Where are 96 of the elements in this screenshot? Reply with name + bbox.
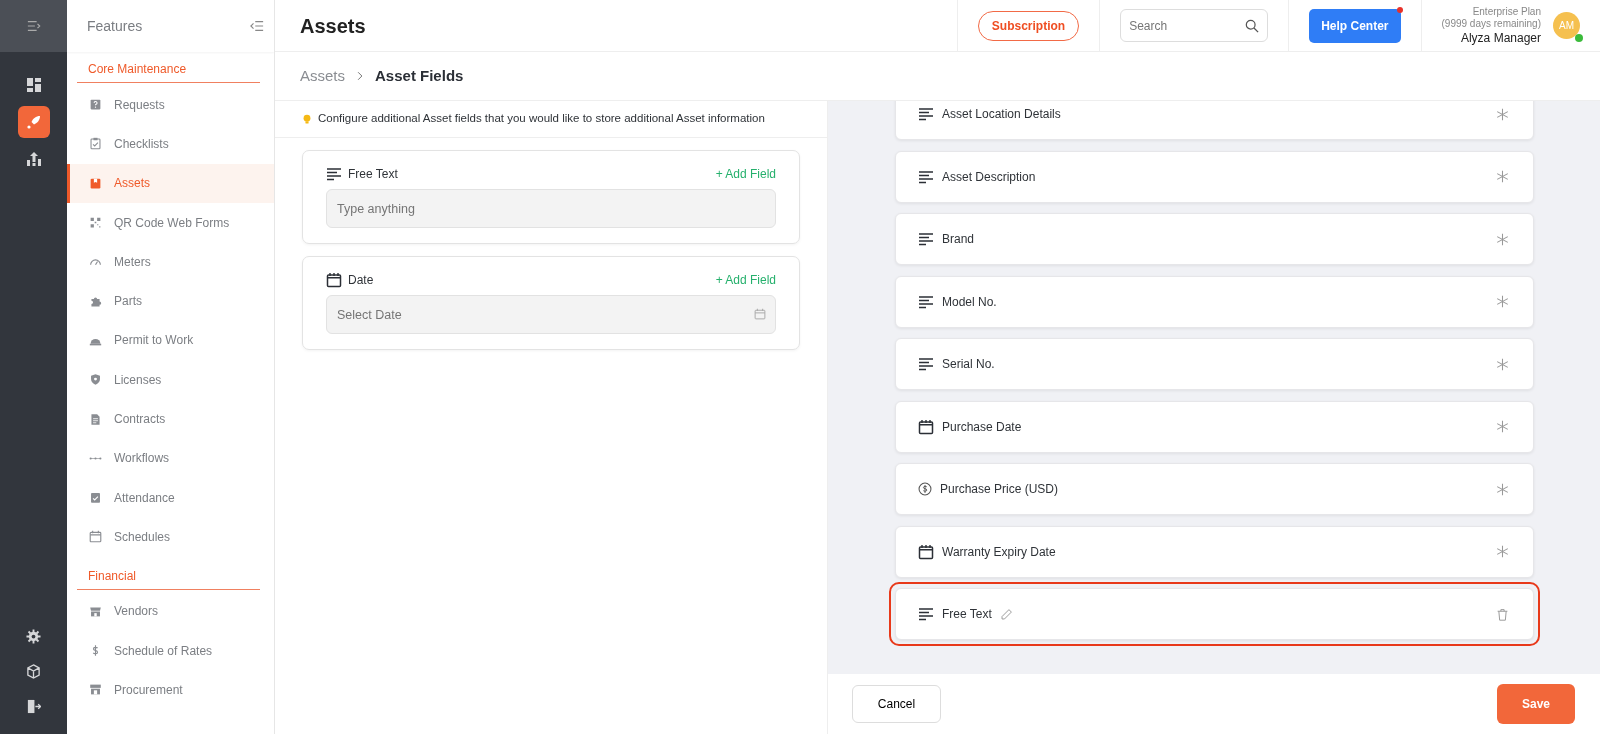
field-label: Asset Description	[942, 168, 1036, 186]
sidebar-item[interactable]: Workflows	[67, 438, 274, 478]
question-square-icon	[89, 98, 102, 112]
search-icon	[1245, 19, 1260, 33]
text-lines-icon	[918, 231, 934, 247]
add-field-link[interactable]: + Add Field	[715, 271, 776, 289]
date-picker-field[interactable]: Select Date	[326, 295, 776, 334]
section-title: Financial	[77, 558, 260, 590]
calendar-icon	[918, 543, 934, 560]
dollar-circle-icon	[918, 482, 932, 496]
sidebar-item[interactable]: Schedule of Rates	[67, 630, 274, 671]
save-button[interactable]: Save	[1497, 684, 1575, 724]
sidebar-item[interactable]: Permit to Work	[67, 320, 274, 361]
asterisk-icon	[1496, 545, 1509, 558]
field-row[interactable]: Serial No.	[895, 338, 1534, 390]
sidebar-item[interactable]: Schedules	[67, 517, 274, 557]
field-label: Model No.	[942, 293, 997, 311]
search-field[interactable]: Search	[1120, 9, 1269, 42]
field-type-label: Free Text	[348, 166, 398, 183]
plan-name: Enterprise Plan	[1471, 5, 1541, 18]
field-label: Asset Location Details	[942, 106, 1061, 123]
add-field-link[interactable]: + Add Field	[715, 165, 776, 183]
text-lines-icon	[918, 606, 934, 622]
clipboard-check-icon	[89, 137, 102, 151]
breadcrumb-current: Asset Fields	[375, 65, 464, 86]
text-lines-icon	[326, 166, 342, 182]
store-icon	[89, 683, 102, 697]
field-label: Purchase Price (USD)	[940, 481, 1059, 498]
sidebar-item[interactable]: Meters	[67, 242, 274, 282]
asterisk-icon	[1496, 357, 1509, 371]
menu-icon[interactable]	[26, 19, 41, 33]
sidebar-item[interactable]: QR Code Web Forms	[67, 202, 274, 243]
collapse-icon[interactable]	[250, 19, 264, 33]
field-type-label: Date	[348, 272, 374, 289]
field-label: Purchase Date	[942, 418, 1022, 436]
sidebar-item[interactable]: Licenses	[67, 360, 274, 400]
field-label: Free Text	[942, 606, 992, 623]
field-row[interactable]: Asset Description	[895, 150, 1534, 203]
breadcrumb-link[interactable]: Assets	[300, 64, 345, 88]
cube-icon[interactable]	[26, 664, 41, 679]
sidebar-item[interactable]: Parts	[67, 281, 274, 321]
text-lines-icon	[918, 106, 934, 122]
box-icon	[89, 176, 102, 190]
field-row[interactable]: Brand	[895, 213, 1534, 265]
clipboard-check-icon	[89, 491, 102, 505]
document-icon	[89, 412, 102, 426]
asterisk-icon	[1496, 232, 1509, 246]
shield-icon	[89, 373, 102, 387]
field-row[interactable]: Purchase Date	[895, 400, 1534, 453]
sidebar-item[interactable]: Checklists	[67, 124, 274, 164]
field-row[interactable]: Purchase Price (USD)	[895, 463, 1534, 515]
user-name: Alyza Manager	[1459, 30, 1541, 46]
text-lines-icon	[918, 168, 934, 185]
logout-icon[interactable]	[26, 699, 41, 714]
sidebar-item[interactable]: Assets	[67, 163, 274, 203]
page-title: Assets	[300, 13, 366, 39]
sidebar-item[interactable]: Contracts	[67, 399, 274, 439]
store-icon	[89, 604, 102, 618]
asterisk-icon	[1496, 420, 1509, 433]
chart-upload-icon	[25, 151, 42, 167]
text-lines-icon	[918, 356, 934, 372]
sidebar-item[interactable]: Procurement	[67, 670, 274, 710]
help-center-button[interactable]: Help Center	[1309, 8, 1401, 43]
sidebar-item[interactable]: Vendors	[67, 591, 274, 631]
field-row[interactable]: Asset Location Details	[895, 101, 1534, 140]
sidebar-item[interactable]: Requests	[67, 85, 274, 125]
qr-code-icon	[89, 216, 102, 230]
field-row[interactable]: Model No.	[895, 275, 1534, 328]
calendar-icon	[89, 530, 102, 544]
days-remaining: (9999 days remaining)	[1441, 18, 1541, 31]
lightbulb-icon	[302, 112, 312, 126]
rail-nav-item[interactable]	[17, 106, 50, 138]
grid-icon	[25, 77, 42, 93]
calendar-icon	[754, 308, 766, 320]
chevron-right-icon	[355, 71, 365, 81]
asterisk-icon	[1496, 482, 1509, 496]
field-label: Warranty Expiry Date	[942, 543, 1056, 561]
puzzle-icon	[89, 294, 102, 308]
sidebar-item[interactable]: Attendance	[67, 477, 274, 518]
info-text: Configure additional Asset fields that you would like to store additional Asset information	[318, 111, 765, 127]
gear-icon[interactable]	[26, 629, 41, 644]
asterisk-icon	[1496, 295, 1509, 308]
subscription-button[interactable]: Subscription	[977, 10, 1080, 41]
field-label: Brand	[942, 231, 975, 248]
rocket-icon	[25, 114, 42, 130]
text-lines-icon	[918, 293, 934, 310]
calendar-icon	[326, 272, 342, 288]
asterisk-icon	[1496, 170, 1509, 183]
asterisk-icon	[1496, 107, 1509, 121]
calendar-icon	[918, 418, 934, 435]
cancel-button[interactable]: Cancel	[852, 685, 941, 723]
input-field[interactable]: Type anything	[326, 189, 776, 228]
sidebar-title: Features	[87, 16, 143, 36]
field-label: Serial No.	[942, 356, 995, 373]
field-row[interactable]: Warranty Expiry Date	[895, 525, 1534, 578]
section-title: Core Maintenance	[77, 52, 260, 83]
